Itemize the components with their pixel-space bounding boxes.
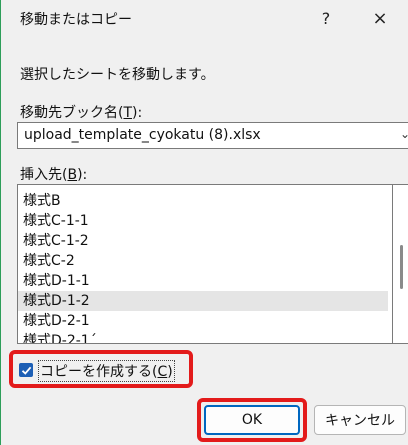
move-or-copy-dialog: 移動またはコピー ? × 選択したシートを移動します。 移動先ブック名(T): … [0, 0, 408, 445]
checkmark-icon [21, 366, 31, 375]
list-item[interactable]: 様式C-1-2 [18, 231, 388, 251]
to-book-label: 移動先ブック名(T): [20, 105, 143, 121]
help-button[interactable]: ? [309, 5, 343, 31]
ok-button[interactable]: OK [204, 405, 300, 435]
list-item-selected[interactable]: 様式D-1-2 [18, 291, 388, 311]
list-item[interactable]: 様式C-2 [18, 251, 388, 271]
list-scrollbar[interactable] [393, 184, 408, 344]
close-icon: × [372, 7, 388, 29]
chevron-down-icon[interactable]: ⌄ [400, 127, 408, 141]
dialog-title: 移動またはコピー [20, 12, 132, 28]
list-item[interactable]: 様式D-2-1´ [18, 331, 388, 343]
title-bar: 移動またはコピー ? × [1, 0, 408, 36]
create-copy-label[interactable]: コピーを作成する(C) [38, 360, 175, 382]
before-sheet-label: 挿入先(B): [20, 167, 88, 183]
cancel-button[interactable]: キャンセル [314, 405, 406, 435]
list-item[interactable]: 様式D-1-1 [18, 271, 388, 291]
scroll-thumb[interactable] [400, 245, 403, 289]
list-item[interactable]: 様式B [18, 191, 388, 211]
to-book-dropdown[interactable]: upload_template_cyokatu (8).xlsx ⌄ [17, 122, 408, 149]
before-sheet-list[interactable]: 様式B 様式C-1-1 様式C-1-2 様式C-2 様式D-1-1 様式D-1-… [17, 184, 393, 344]
close-button[interactable]: × [363, 5, 397, 31]
list-item[interactable]: 様式C-1-1 [18, 211, 388, 231]
help-icon: ? [321, 8, 331, 28]
status-message: 選択したシートを移動します。 [20, 67, 215, 83]
create-copy-checkbox[interactable] [19, 363, 33, 377]
to-book-value: upload_template_cyokatu (8).xlsx [24, 127, 261, 143]
list-item[interactable]: 様式D-2-1 [18, 311, 388, 331]
